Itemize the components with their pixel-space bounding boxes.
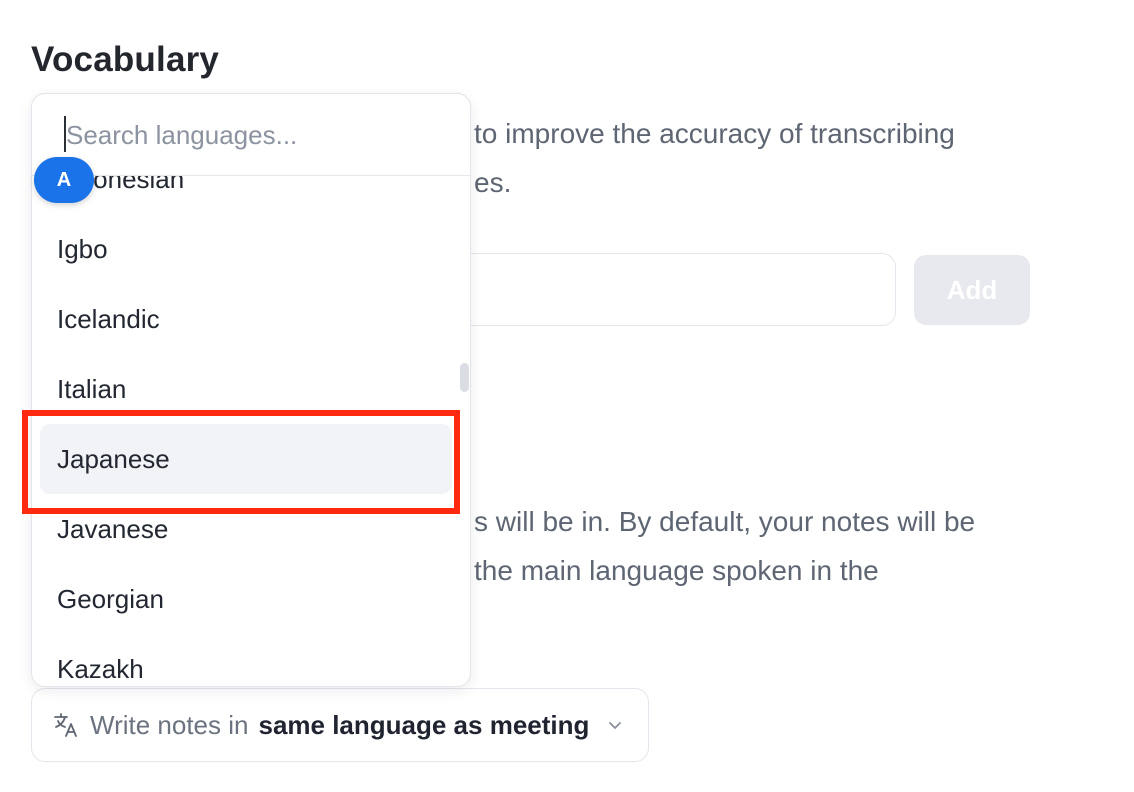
notes-language-description-line1: s will be in. By default, your notes wil…	[474, 506, 976, 537]
chevron-down-icon	[605, 715, 625, 735]
notes-language-select[interactable]: Write notes in same language as meeting	[31, 688, 649, 762]
notes-select-prefix: Write notes in	[90, 709, 249, 740]
dropdown-scrollbar[interactable]	[460, 363, 469, 392]
settings-page: Vocabulary to improve the accuracy of tr…	[0, 0, 1134, 792]
language-option-icelandic[interactable]: Icelandic	[40, 284, 452, 354]
add-button[interactable]: Add	[914, 255, 1030, 325]
notes-select-value: same language as meeting	[258, 709, 590, 740]
notes-language-description-line2: the main language spoken in the	[474, 555, 879, 586]
language-option-kazakh[interactable]: Kazakh	[40, 634, 452, 686]
vocabulary-input[interactable]	[430, 253, 896, 326]
vocabulary-title: Vocabulary	[31, 40, 220, 79]
language-option-georgian[interactable]: Georgian	[40, 564, 452, 634]
language-dropdown: Indonesian Igbo Icelandic Italian Japane…	[31, 93, 471, 687]
language-search-input[interactable]	[62, 112, 446, 158]
highlight-annotation	[22, 410, 460, 514]
language-option-indonesian[interactable]: Indonesian	[40, 176, 452, 214]
avatar-badge[interactable]: A	[34, 157, 94, 203]
translate-icon	[52, 711, 80, 739]
language-search-row	[32, 94, 470, 176]
language-option-igbo[interactable]: Igbo	[40, 214, 452, 284]
text-caret	[64, 116, 66, 152]
vocabulary-description-line2: es.	[474, 167, 512, 198]
vocabulary-description-line1: to improve the accuracy of transcribing	[474, 118, 955, 149]
